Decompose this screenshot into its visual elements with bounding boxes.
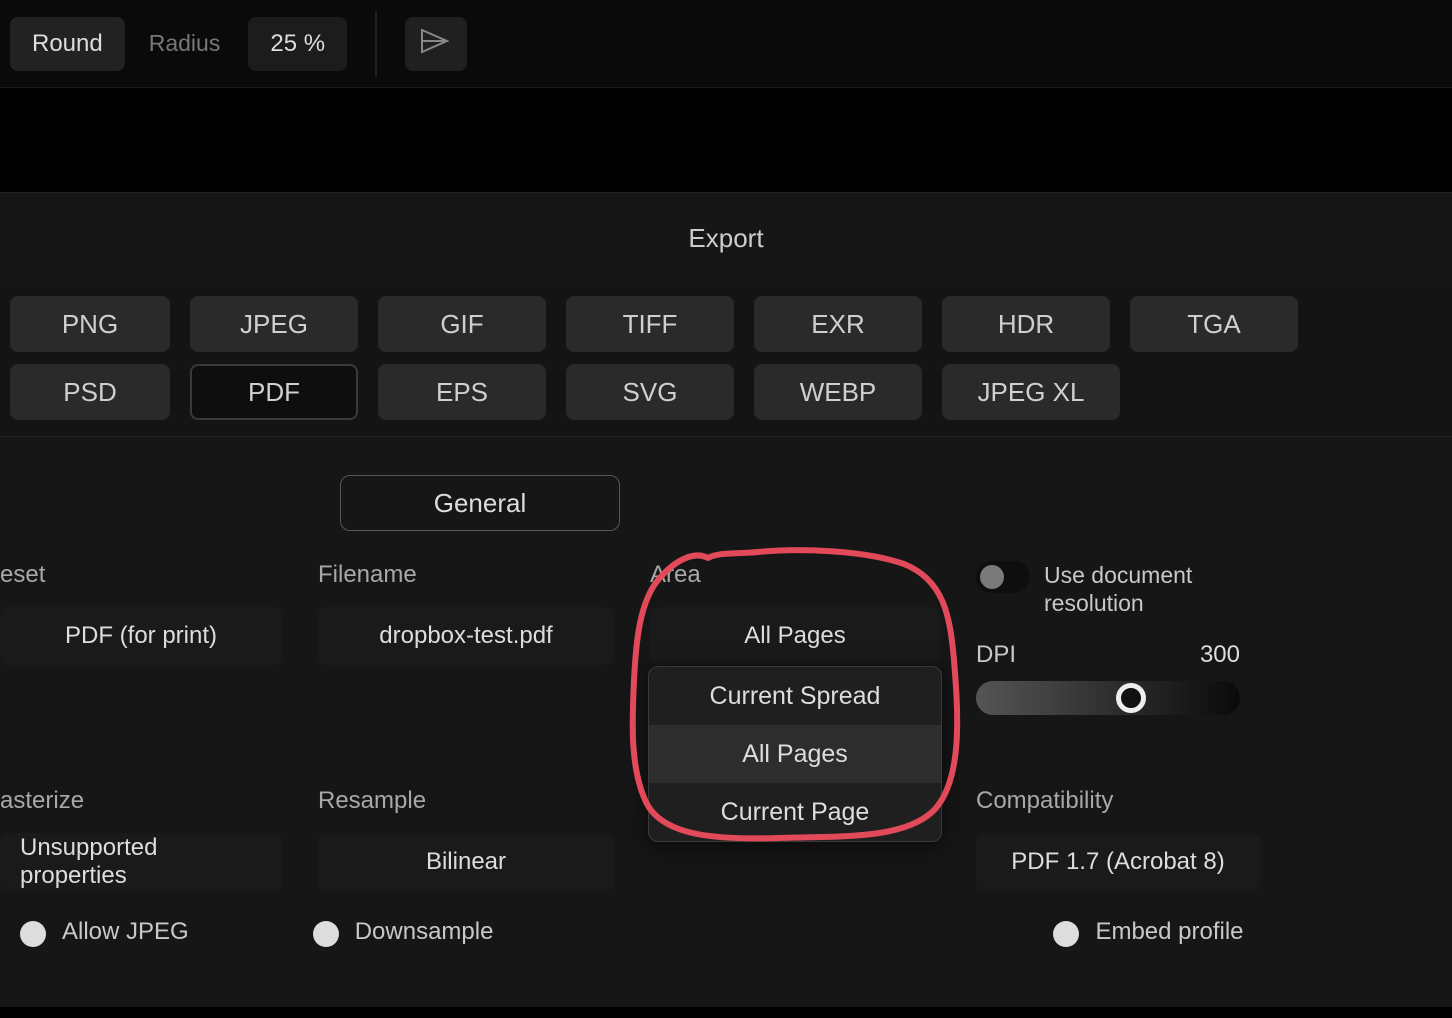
embed-profile-check[interactable]: Embed profile [1053,917,1243,947]
format-label: JPEG [240,309,308,340]
export-panel: Export PNG JPEG GIF TIFF EXR HDR TGA PSD PDF EPS… [0,192,1452,1007]
use-doc-res-toggle[interactable] [976,561,1030,593]
format-label: EPS [436,377,488,408]
corner-style-label: Round [32,30,103,58]
area-option-label: Current Page [721,798,870,827]
preset-label: eset [0,561,282,589]
format-tile-tga[interactable]: TGA [1130,296,1298,352]
toolbar-divider [375,11,377,77]
spacer [0,88,1452,192]
resample-label: Resample [318,787,614,815]
use-doc-res-label: Use document resolution [1044,561,1240,617]
dpi-value: 300 [1200,641,1240,669]
resample-dropdown[interactable]: Bilinear [318,833,614,891]
area-option-current-page[interactable]: Current Page [649,783,941,841]
format-grid: PNG JPEG GIF TIFF EXR HDR TGA PSD PDF EPS SVG WEBP… [0,286,1452,437]
format-label: PDF [248,377,300,408]
rasterize-dropdown[interactable]: Unsupported properties [0,833,282,891]
format-tile-webp[interactable]: WEBP [754,364,922,420]
format-tile-psd[interactable]: PSD [10,364,170,420]
format-tile-svg[interactable]: SVG [566,364,734,420]
rasterize-column: asterize Unsupported properties [0,787,300,891]
area-dropdown-popup: Current Spread All Pages Current Page [648,666,942,842]
area-option-current-spread[interactable]: Current Spread [649,667,941,725]
rasterize-label: asterize [0,787,282,815]
radius-input[interactable]: 25 % [248,17,347,71]
format-tile-eps[interactable]: EPS [378,364,546,420]
format-label: PNG [62,309,118,340]
triangle-play-icon [419,26,453,61]
radius-label: Radius [149,30,221,57]
area-option-label: Current Spread [710,682,881,711]
filename-input[interactable]: dropbox-test.pdf [318,607,614,665]
embed-profile-label: Embed profile [1095,917,1243,947]
dpi-label: DPI [976,641,1016,669]
export-title: Export [0,193,1452,286]
filename-label: Filename [318,561,614,589]
preset-dropdown[interactable]: PDF (for print) [0,607,282,665]
format-label: TIFF [623,309,678,340]
preset-value: PDF (for print) [65,622,217,650]
filename-value: dropbox-test.pdf [379,622,552,650]
area-label: Area [650,561,940,589]
downsample-label: Downsample [355,917,494,947]
compat-column: Compatibility PDF 1.7 (Acrobat 8) [958,787,1278,891]
compat-dropdown[interactable]: PDF 1.7 (Acrobat 8) [976,833,1260,891]
format-label: GIF [440,309,483,340]
format-label: TGA [1187,309,1240,340]
top-toolbar: Round Radius 25 % [0,0,1452,88]
format-tile-jpeg-xl[interactable]: JPEG XL [942,364,1120,420]
area-value: All Pages [744,622,845,650]
format-label: WEBP [800,377,877,408]
radio-icon [313,921,339,947]
tab-general[interactable]: General [340,475,620,531]
area-option-label: All Pages [742,740,848,769]
format-tile-tiff[interactable]: TIFF [566,296,734,352]
format-tile-jpeg[interactable]: JPEG [190,296,358,352]
resample-value: Bilinear [426,848,506,876]
format-label: EXR [811,309,864,340]
area-option-all-pages[interactable]: All Pages [649,725,941,783]
allow-jpeg-check[interactable]: Allow JPEG [20,917,189,947]
format-label: PSD [63,377,116,408]
expand-stroke-button[interactable] [405,17,467,71]
preset-column: eset PDF (for print) [0,561,300,715]
downsample-check[interactable]: Downsample [313,917,494,947]
allow-jpeg-label: Allow JPEG [62,917,189,947]
format-tile-gif[interactable]: GIF [378,296,546,352]
compat-label: Compatibility [976,787,1260,815]
area-dropdown-button[interactable]: All Pages [650,607,940,665]
compat-value: PDF 1.7 (Acrobat 8) [1011,848,1224,876]
dpi-column: Use document resolution DPI 300 [958,561,1258,715]
radio-icon [20,921,46,947]
rasterize-value: Unsupported properties [20,834,262,890]
format-tile-png[interactable]: PNG [10,296,170,352]
format-tile-pdf[interactable]: PDF [190,364,358,420]
format-label: SVG [623,377,678,408]
tab-general-label: General [434,488,527,519]
format-tile-exr[interactable]: EXR [754,296,922,352]
format-tile-hdr[interactable]: HDR [942,296,1110,352]
dpi-slider[interactable] [976,681,1240,715]
radius-value-text: 25 % [270,30,325,58]
resample-column: Resample Bilinear [300,787,632,891]
format-label: HDR [998,309,1054,340]
filename-column: Filename dropbox-test.pdf [300,561,632,715]
toggle-knob [980,565,1004,589]
corner-style-button[interactable]: Round [10,17,125,71]
slider-thumb-icon [1116,683,1146,713]
radio-icon [1053,921,1079,947]
format-label: JPEG XL [978,377,1085,408]
export-tabs: General [0,437,1452,561]
